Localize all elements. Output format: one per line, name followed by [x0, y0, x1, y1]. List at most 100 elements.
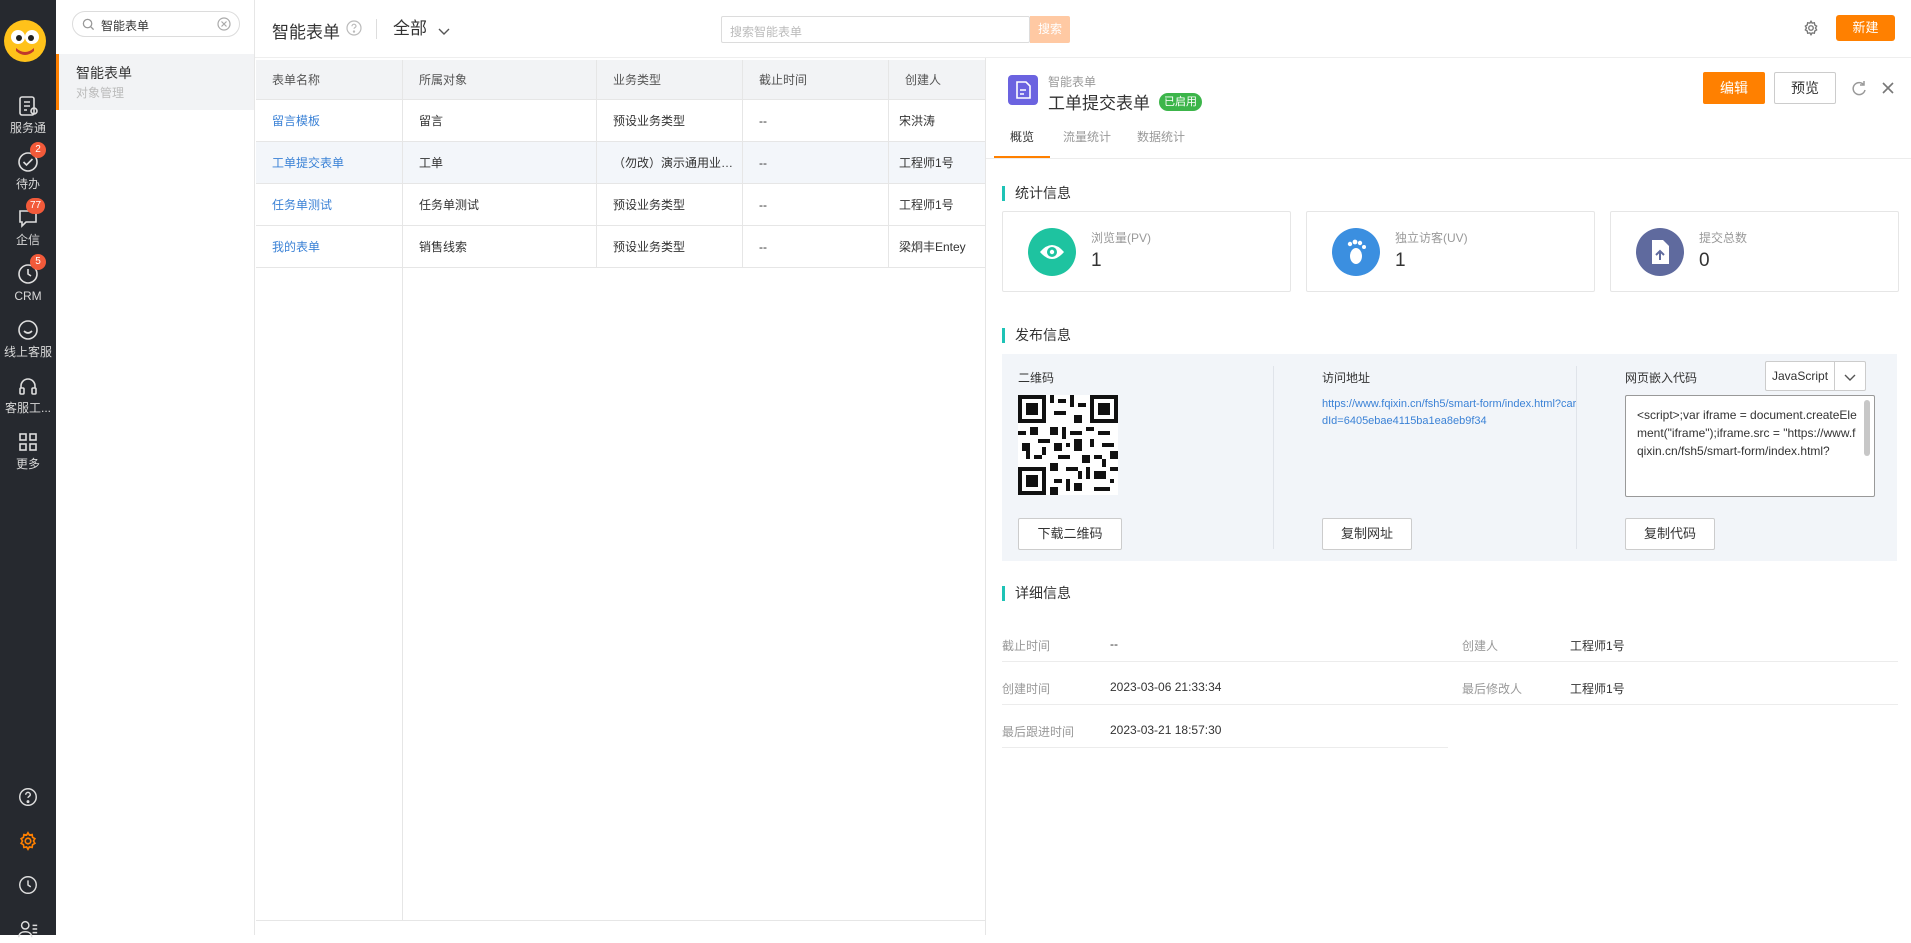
stat-label: 提交总数	[1699, 231, 1748, 245]
field-value: 工程师1号	[1570, 682, 1625, 696]
form-name-link[interactable]: 工单提交表单	[256, 142, 403, 184]
embed-code-text: <script>;var iframe = document.createEle…	[1637, 408, 1857, 458]
table-cell: --	[743, 100, 889, 142]
rail-item-qixin[interactable]: 企信 77	[0, 198, 56, 247]
help-icon	[19, 788, 37, 806]
table-cell: 工程师1号	[899, 156, 954, 170]
page-header: 智能表单 全部 搜索智能表单 搜索 新建	[255, 0, 1911, 58]
field-value: 2023-03-21 18:57:30	[1110, 723, 1222, 737]
download-qr-button[interactable]: 下载二维码	[1018, 518, 1122, 550]
table-cell: 宋洪涛	[899, 114, 936, 128]
publish-title: 发布信息	[1002, 328, 1071, 343]
table-cell: 梁炯丰Entey	[899, 240, 966, 254]
stat-value: 0	[1699, 250, 1710, 271]
help-icon[interactable]	[346, 20, 362, 36]
rail-item-service-agent[interactable]: 客服工...	[0, 374, 56, 415]
embed-language-select[interactable]: JavaScript	[1765, 361, 1866, 391]
header-divider	[376, 19, 377, 39]
rail-item-online-service[interactable]: 线上客服	[0, 318, 56, 359]
table-cell: --	[743, 226, 889, 268]
nav-search-input[interactable]: 智能表单	[72, 11, 240, 37]
crm-badge: 5	[30, 254, 46, 270]
rail-label: 线上客服	[3, 345, 52, 359]
table-row[interactable]: 任务单测试 任务单测试 预设业务类型 -- 工程师1号	[256, 184, 985, 226]
tab-overview[interactable]: 概览	[994, 128, 1050, 158]
table-cell: 任务单测试	[403, 184, 597, 226]
copy-url-button[interactable]: 复制网址	[1322, 518, 1412, 550]
copy-code-button[interactable]: 复制代码	[1625, 518, 1715, 550]
upload-doc-icon	[1636, 228, 1684, 276]
clear-icon[interactable]	[217, 17, 231, 31]
settings-button[interactable]	[0, 830, 56, 855]
new-button[interactable]: 新建	[1836, 15, 1895, 41]
table-cell: --	[743, 184, 889, 226]
nav-search-value: 智能表单	[101, 19, 150, 33]
contacts-button[interactable]	[0, 918, 56, 943]
search-button[interactable]: 搜索	[1030, 16, 1070, 43]
tab-traffic[interactable]: 流量统计	[1050, 128, 1124, 158]
rail-item-more[interactable]: 更多	[0, 430, 56, 471]
status-badge: 已启用	[1159, 93, 1202, 111]
gear-icon	[19, 831, 37, 851]
object-nav	[56, 0, 255, 935]
app-logo[interactable]	[4, 20, 46, 62]
column-header[interactable]: 截止时间	[743, 60, 889, 100]
column-header[interactable]: 表单名称	[256, 60, 403, 100]
field-divider	[1002, 747, 1448, 748]
field-label: 最后修改人	[1462, 682, 1523, 696]
nav-item-smart-form[interactable]: 智能表单 对象管理	[56, 54, 254, 110]
form-icon	[1008, 75, 1038, 105]
access-url-link[interactable]: https://www.fqixin.cn/fsh5/smart-form/in…	[1322, 396, 1580, 430]
history-button[interactable]	[0, 874, 56, 899]
rail-item-service[interactable]: 服务通	[0, 94, 56, 135]
embed-label: 网页嵌入代码	[1625, 371, 1698, 385]
form-name-link[interactable]: 留言模板	[256, 100, 403, 142]
refresh-icon[interactable]	[1850, 79, 1868, 97]
scrollbar[interactable]	[1864, 400, 1870, 456]
column-header[interactable]: 业务类型	[597, 60, 743, 100]
column-header[interactable]: 所属对象	[403, 60, 597, 100]
rail-item-crm[interactable]: CRM 5	[0, 254, 56, 303]
publish-box: 二维码 下载二维码 访问地址 https://www.fqixin.cn/fsh…	[1002, 354, 1897, 561]
table-row[interactable]: 我的表单 销售线索 预设业务类型 -- 梁炯丰Entey	[256, 226, 985, 268]
form-name-link[interactable]: 任务单测试	[256, 184, 403, 226]
smile-chat-icon	[18, 320, 38, 340]
column-divider	[1576, 366, 1577, 549]
chevron-down-icon	[1844, 374, 1856, 381]
rail-label: CRM	[14, 289, 42, 303]
table-cell: --	[743, 142, 889, 184]
tab-divider	[986, 158, 1911, 159]
qixin-badge: 77	[26, 198, 46, 214]
column-header[interactable]: 创建人	[889, 60, 985, 100]
gear-icon[interactable]	[1802, 19, 1820, 37]
form-search-input[interactable]: 搜索智能表单	[721, 16, 1030, 43]
stat-label: 浏览量(PV)	[1091, 231, 1152, 245]
preview-button[interactable]: 预览	[1774, 72, 1836, 104]
clipboard-icon	[19, 96, 38, 116]
stat-card-submissions: 提交总数 0	[1610, 211, 1899, 292]
rail-label: 服务通	[9, 121, 46, 135]
rail-item-todo[interactable]: 待办 2	[0, 142, 56, 191]
field-value: --	[1110, 637, 1118, 651]
table-row[interactable]: 留言模板 留言 预设业务类型 -- 宋洪涛	[256, 100, 985, 142]
table-cell: 预设业务类型	[597, 100, 743, 142]
form-name-link[interactable]: 我的表单	[256, 226, 403, 268]
help-button[interactable]	[0, 786, 56, 811]
close-icon[interactable]	[1880, 80, 1896, 96]
table-cell: 工程师1号	[899, 198, 954, 212]
form-table: 表单名称 所属对象 业务类型 截止时间 创建人 留言模板 留言 预设业务类型 -…	[256, 60, 985, 935]
embed-code-textarea[interactable]: <script>;var iframe = document.createEle…	[1625, 395, 1875, 497]
rail-label: 待办	[15, 177, 40, 191]
app-rail: 服务通 待办 2 企信 77 CRM 5 线上客服 客服工... 更多	[0, 0, 56, 938]
scope-filter[interactable]: 全部	[393, 16, 451, 42]
table-row-selected[interactable]: 工单提交表单 工单 （勿改）演示通用业务类型 -- 工程师1号	[256, 142, 985, 184]
column-divider	[1273, 366, 1274, 549]
tab-data[interactable]: 数据统计	[1124, 128, 1198, 158]
qr-code	[1018, 395, 1118, 495]
nav-item-title: 智能表单	[76, 65, 132, 81]
rail-label: 企信	[15, 233, 40, 247]
field-value: 2023-03-06 21:33:34	[1110, 680, 1222, 694]
stat-value: 1	[1091, 250, 1102, 271]
edit-button[interactable]: 编辑	[1703, 72, 1765, 104]
headset-icon	[19, 378, 37, 395]
